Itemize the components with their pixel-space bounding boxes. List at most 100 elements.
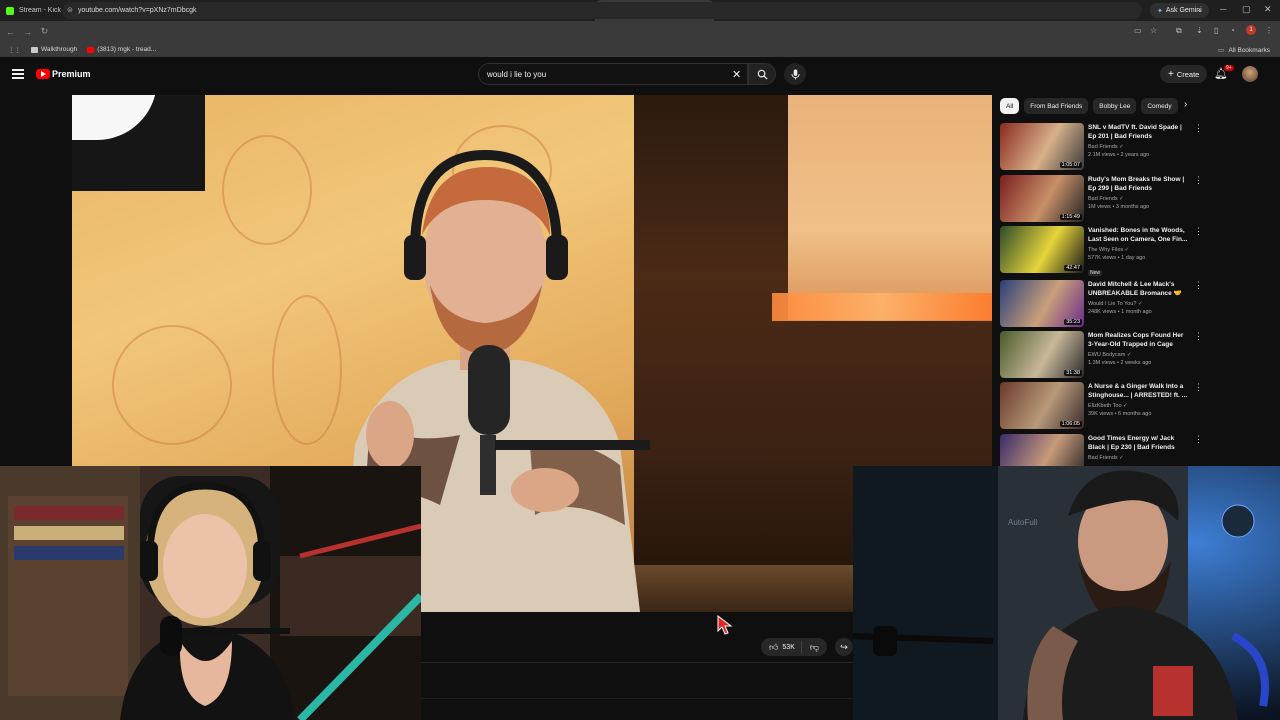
downloads-icon[interactable]: ⇣ xyxy=(1196,26,1203,35)
create-label: Create xyxy=(1176,69,1200,79)
video-meta: A Nurse & a Ginger Walk Into a Stinghous… xyxy=(1088,382,1188,417)
doodle-face xyxy=(222,135,312,245)
dislike-button[interactable]: 👎︎ xyxy=(802,642,827,653)
bookmark-icon xyxy=(87,46,95,53)
notification-count-badge: 9+ xyxy=(1224,65,1234,71)
video-title[interactable]: Rudy's Mom Breaks the Show | Ep 299 | Ba… xyxy=(1088,175,1188,193)
back-button[interactable]: ← xyxy=(2,27,19,37)
channel-name[interactable]: The Why Files ✓ xyxy=(1088,247,1188,253)
bookmark-label: Walkthrough xyxy=(41,46,78,53)
bookmark-item[interactable]: Walkthrough xyxy=(31,46,77,53)
plus-icon: + xyxy=(1168,68,1174,80)
thumbs-down-icon: 👎︎ xyxy=(809,641,820,652)
divider xyxy=(421,698,853,699)
video-title[interactable]: A Nurse & a Ginger Walk Into a Stinghous… xyxy=(1088,382,1188,400)
video-meta: Good Times Energy w/ Jack Black | Ep 230… xyxy=(1088,434,1188,461)
video-thumbnail[interactable]: 1:15:49 xyxy=(1000,175,1084,222)
filter-chips: All From Bad Friends Bobby Lee Comedy xyxy=(1000,98,1200,114)
folder-icon: ▭ xyxy=(1217,46,1224,54)
like-button[interactable]: 👍︎ 53K xyxy=(761,641,802,653)
address-bar[interactable]: ⊜ youtube.com/watch?v=pXNz7mDbcgk xyxy=(62,2,1142,19)
side-panel-icon[interactable]: ▯ xyxy=(1214,26,1218,35)
recommended-video[interactable]: 1:05:07 SNL v MadTV ft. David Spade | Ep … xyxy=(1000,123,1205,171)
recommended-video[interactable]: 42:47 Vanished: Bones in the Woods, Last … xyxy=(1000,226,1205,276)
video-stats: 577K views • 1 day ago xyxy=(1088,255,1146,261)
channel-name[interactable]: Would I Lie To You? ✓ xyxy=(1088,301,1188,307)
more-actions-icon[interactable]: ⋮ xyxy=(1194,175,1203,186)
minimize-button[interactable]: ─ xyxy=(1220,4,1226,14)
bookmark-icon xyxy=(31,46,38,53)
video-title[interactable]: SNL v MadTV ft. David Spade | Ep 201 | B… xyxy=(1088,123,1188,141)
filter-chip[interactable]: Comedy xyxy=(1141,98,1178,114)
voice-search-button[interactable] xyxy=(784,63,806,85)
hamburger-menu-icon[interactable] xyxy=(12,69,24,79)
bookmark-star-icon[interactable]: ☆ xyxy=(1150,26,1157,35)
all-bookmarks[interactable]: ▭ All Bookmarks xyxy=(1218,46,1270,54)
clear-search-icon[interactable]: ✕ xyxy=(732,68,741,81)
video-duration: 1:05:07 xyxy=(1059,162,1082,168)
recommended-video[interactable]: 1:15:49 Rudy's Mom Breaks the Show | Ep 2… xyxy=(1000,175,1205,223)
channel-name[interactable]: Bad Friends ✓ xyxy=(1088,144,1188,150)
video-title[interactable]: David Mitchell & Lee Mack's UNBREAKABLE … xyxy=(1088,280,1188,298)
create-button[interactable]: + Create xyxy=(1160,65,1208,83)
video-title[interactable]: Good Times Energy w/ Jack Black | Ep 230… xyxy=(1088,434,1188,452)
video-thumbnail[interactable]: 42:47 xyxy=(1000,226,1084,273)
reload-button[interactable]: ↻ xyxy=(36,26,53,37)
doodle-face xyxy=(112,325,232,445)
more-actions-icon[interactable]: ⋮ xyxy=(1194,434,1203,445)
video-duration: 1:15:49 xyxy=(1059,214,1082,220)
video-stats: 1M views • 3 months ago xyxy=(1088,204,1150,210)
filter-chip[interactable]: All xyxy=(1000,98,1020,114)
more-actions-icon[interactable]: ⋮ xyxy=(1194,280,1203,291)
video-duration: 31:38 xyxy=(1064,370,1082,376)
video-stats: 1.3M views • 2 weeks ago xyxy=(1088,360,1152,366)
more-actions-icon[interactable]: ⋮ xyxy=(1194,382,1203,393)
close-window-button[interactable]: ✕ xyxy=(1264,4,1272,15)
user-avatar[interactable] xyxy=(1242,66,1258,82)
video-duration: 42:47 xyxy=(1064,265,1082,271)
video-meta: Rudy's Mom Breaks the Show | Ep 299 | Ba… xyxy=(1088,175,1188,210)
recommended-video[interactable]: 1:06:05 A Nurse & a Ginger Walk Into a St… xyxy=(1000,382,1205,430)
account-icon[interactable]: ◔ xyxy=(1230,26,1235,35)
chips-next-icon[interactable]: › xyxy=(1184,99,1187,110)
more-actions-icon[interactable]: ⋮ xyxy=(1194,226,1203,237)
thumbs-up-icon: 👍︎ xyxy=(769,641,779,652)
tab-search-icon[interactable]: ⌄ xyxy=(1196,4,1204,15)
apps-icon[interactable]: ⋮⋮ xyxy=(8,46,21,54)
share-icon: ↪ xyxy=(840,641,848,652)
search-button[interactable] xyxy=(748,63,776,85)
share-button[interactable]: ↪ xyxy=(835,638,853,656)
channel-name[interactable]: EWU Bodycam ✓ xyxy=(1088,352,1188,358)
all-bookmarks-label: All Bookmarks xyxy=(1228,46,1270,54)
channel-name[interactable]: Bad Friends ✓ xyxy=(1088,455,1188,461)
neon-glow-strip xyxy=(772,293,992,321)
recommended-video[interactable]: 31:38 Mom Realizes Cops Found Her 3-Year-… xyxy=(1000,331,1205,379)
video-thumbnail[interactable]: 1:06:05 xyxy=(1000,382,1084,429)
forward-button[interactable]: → xyxy=(19,27,36,37)
channel-name[interactable]: ElizKbeth Too ✓ xyxy=(1088,403,1188,409)
video-title[interactable]: Mom Realizes Cops Found Her 3-Year-Old T… xyxy=(1088,331,1188,349)
maximize-button[interactable]: ▢ xyxy=(1242,4,1251,15)
search-input[interactable]: would i lie to you xyxy=(478,63,748,85)
site-info-icon[interactable]: ⊜ xyxy=(67,6,73,14)
bookmark-item[interactable]: (3813) mgk - tread... xyxy=(87,46,156,53)
cast-icon[interactable]: ▭ xyxy=(1134,26,1142,35)
more-actions-icon[interactable]: ⋮ xyxy=(1194,331,1203,342)
menu-icon[interactable]: ⋮ xyxy=(1265,26,1273,35)
channel-name[interactable]: Bad Friends ✓ xyxy=(1088,196,1188,202)
filter-chip[interactable]: From Bad Friends xyxy=(1024,98,1089,114)
profile-badge[interactable]: 1 xyxy=(1246,25,1256,35)
overlay-text: AutoFull xyxy=(1008,518,1038,527)
youtube-premium-label[interactable]: Premium xyxy=(52,69,91,79)
video-thumbnail[interactable]: 1:05:07 xyxy=(1000,123,1084,170)
video-thumbnail[interactable]: 31:38 xyxy=(1000,331,1084,378)
youtube-logo-icon[interactable] xyxy=(36,69,50,79)
recommended-video[interactable]: 35:23 David Mitchell & Lee Mack's UNBREAK… xyxy=(1000,280,1205,328)
webcam-right: AutoFull xyxy=(853,466,1280,720)
filter-chip[interactable]: Bobby Lee xyxy=(1093,98,1137,114)
gemini-icon: ✦ xyxy=(1157,7,1163,15)
video-title[interactable]: Vanished: Bones in the Woods, Last Seen … xyxy=(1088,226,1188,244)
video-thumbnail[interactable]: 35:23 xyxy=(1000,280,1084,327)
more-actions-icon[interactable]: ⋮ xyxy=(1194,123,1203,134)
extensions-icon[interactable]: ⧉ xyxy=(1176,26,1182,36)
